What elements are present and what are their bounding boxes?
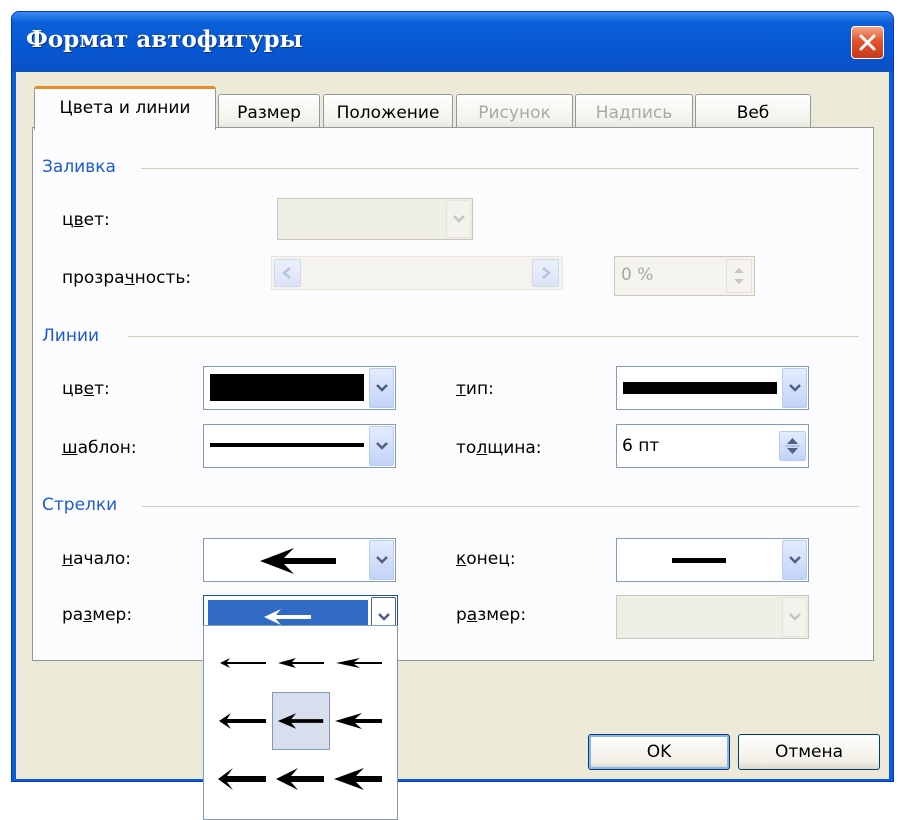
line-weight-value: 6 пт: [622, 436, 660, 456]
line-pattern-label: шаблон:: [62, 438, 137, 458]
arrow-size-option-large-small[interactable]: [214, 750, 272, 808]
arrow-size-option-small-medium[interactable]: [272, 634, 330, 692]
fill-color-dropdown-button[interactable]: [446, 200, 471, 238]
arrow-size-option-large-medium[interactable]: [272, 750, 330, 808]
line-weight-spin-field[interactable]: 6 пт: [616, 424, 809, 468]
end-style-preview: [672, 558, 726, 563]
chevron-down-icon: [375, 556, 388, 564]
close-icon: [859, 34, 876, 51]
spin-arrows-icon: [785, 438, 800, 454]
arrow-left-icon: [336, 658, 382, 668]
fill-color-label: цвет:: [62, 210, 110, 230]
end-size-label: размер:: [456, 605, 527, 625]
arrows-group-label: Стрелки: [42, 495, 118, 515]
lines-group-divider: [128, 336, 859, 337]
arrow-left-icon: [278, 658, 324, 668]
fill-color-combo[interactable]: [277, 198, 473, 240]
arrow-left-icon: [334, 768, 382, 790]
line-pattern-preview: [210, 443, 364, 447]
transparency-spin-buttons[interactable]: [726, 259, 752, 293]
chevron-right-icon: [542, 267, 551, 279]
begin-size-label: размер:: [62, 605, 133, 625]
arrow-size-option-small-large[interactable]: [330, 634, 388, 692]
chevron-down-icon: [788, 613, 801, 621]
dialog-body: Цвета и линии Размер Положение Рисунок Н…: [16, 72, 889, 779]
line-color-label: цвет:: [62, 379, 110, 399]
end-style-label: конец:: [456, 549, 516, 569]
dialog-window: Формат автофигуры Цвета и линии Размер П…: [11, 11, 894, 782]
arrow-left-icon: [218, 768, 266, 790]
end-style-combo[interactable]: [616, 538, 809, 582]
lines-group-label: Линии: [42, 326, 100, 346]
begin-style-dropdown-button[interactable]: [369, 540, 394, 580]
line-weight-spin-buttons[interactable]: [779, 431, 806, 461]
transparency-spin-field[interactable]: 0 %: [614, 256, 755, 296]
line-pattern-dropdown-button[interactable]: [369, 426, 394, 466]
close-button[interactable]: [851, 26, 884, 59]
begin-style-combo[interactable]: [203, 538, 396, 582]
arrow-size-option-small-small[interactable]: [214, 634, 272, 692]
line-type-label: тип:: [456, 379, 494, 399]
slider-right-button[interactable]: [532, 259, 559, 287]
arrow-size-option-medium-medium[interactable]: [272, 692, 330, 750]
chevron-down-icon: [377, 613, 390, 621]
arrow-left-icon: [260, 548, 336, 574]
fill-transparency-label: прозрачность:: [62, 268, 192, 288]
chevron-down-icon: [452, 215, 465, 223]
ok-button[interactable]: OK: [588, 734, 730, 770]
fill-group-label: Заливка: [42, 157, 116, 177]
begin-style-label: начало:: [62, 549, 131, 569]
transparency-slider[interactable]: [271, 256, 563, 290]
line-color-dropdown-button[interactable]: [369, 368, 394, 408]
end-size-combo[interactable]: [616, 595, 809, 639]
line-weight-label: толщина:: [456, 438, 542, 458]
line-type-dropdown-button[interactable]: [782, 368, 807, 408]
arrow-left-icon: [277, 713, 324, 729]
arrow-size-option-medium-small[interactable]: [214, 692, 272, 750]
tab-panel-colors-and-lines: Заливка цвет: прозрачность: 0 % Линии цв…: [32, 127, 874, 661]
arrow-left-icon: [219, 713, 266, 729]
arrow-size-dropdown-list: [203, 625, 398, 820]
line-type-combo[interactable]: [616, 366, 809, 410]
arrow-left-icon: [276, 768, 324, 790]
arrow-size-option-large-large[interactable]: [330, 750, 388, 808]
chevron-left-icon: [282, 267, 291, 279]
chevron-down-icon: [375, 384, 388, 392]
chevron-down-icon: [788, 556, 801, 564]
transparency-value: 0 %: [621, 265, 654, 285]
end-style-dropdown-button[interactable]: [782, 540, 807, 580]
line-type-preview: [623, 382, 777, 394]
title-bar[interactable]: Формат автофигуры: [12, 12, 893, 72]
dialog-title: Формат автофигуры: [26, 26, 303, 53]
chevron-down-icon: [788, 384, 801, 392]
spin-arrows-icon: [734, 268, 744, 284]
fill-group-divider: [141, 168, 859, 169]
line-color-combo[interactable]: [203, 366, 396, 410]
end-size-dropdown-button[interactable]: [782, 597, 807, 637]
tab-colors-and-lines[interactable]: Цвета и линии: [34, 86, 216, 130]
line-pattern-combo[interactable]: [203, 424, 396, 468]
arrow-left-icon: [220, 658, 266, 668]
slider-left-button[interactable]: [274, 259, 301, 287]
line-color-swatch: [210, 374, 364, 401]
cancel-button[interactable]: Отмена: [738, 734, 880, 770]
arrow-left-small-icon: [264, 609, 311, 625]
arrows-group-divider: [142, 506, 859, 507]
chevron-down-icon: [375, 442, 388, 450]
arrow-size-option-medium-large[interactable]: [330, 692, 388, 750]
arrow-left-icon: [335, 713, 382, 729]
